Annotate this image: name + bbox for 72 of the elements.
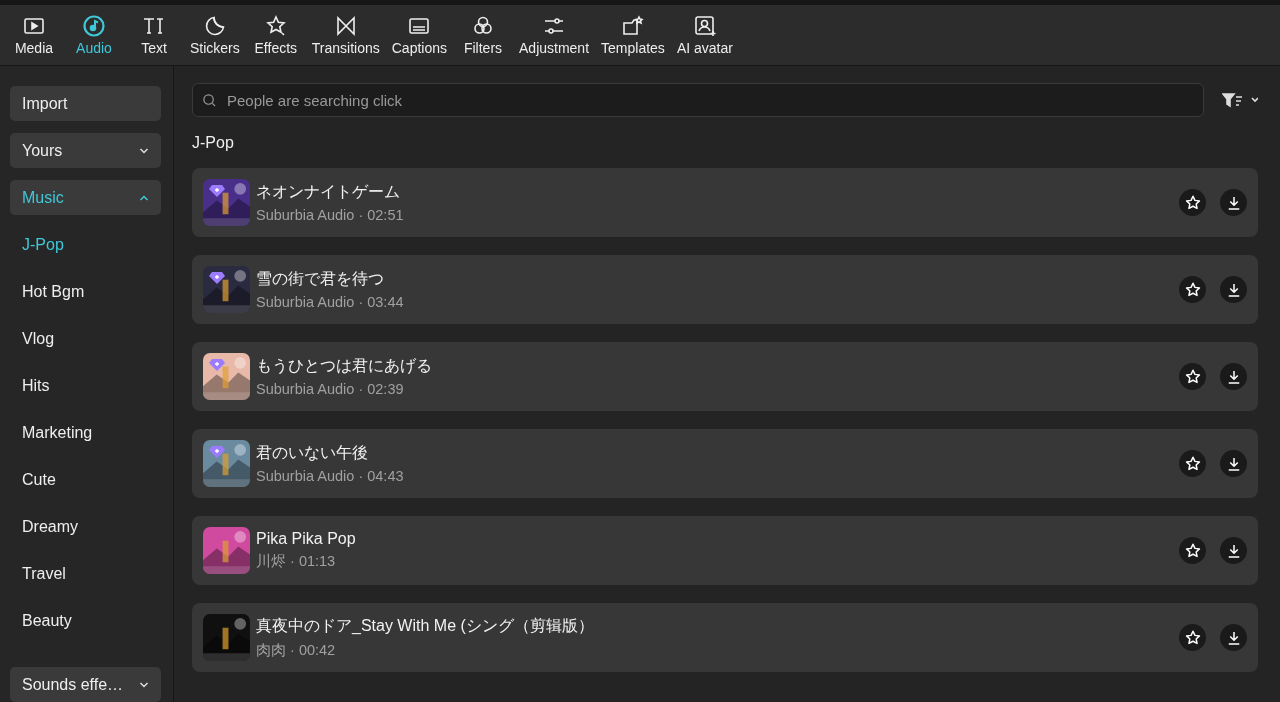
- sidebar-item[interactable]: Vlog: [10, 321, 161, 356]
- sidebar-item[interactable]: Marketing: [10, 415, 161, 450]
- track-meta: Suburbia Audio · 02:39: [256, 381, 405, 397]
- track-meta: Suburbia Audio · 04:43: [256, 468, 405, 484]
- toolbar-tab[interactable]: Effects: [245, 5, 306, 65]
- category-dropdown[interactable]: Yours: [10, 133, 161, 168]
- star-icon: [1183, 193, 1202, 212]
- sidebar-item[interactable]: Beauty: [10, 603, 161, 638]
- filter-icon: [1222, 92, 1258, 108]
- search-icon: [202, 93, 217, 108]
- search-field[interactable]: People are searching click: [192, 83, 1204, 117]
- sidebar-item[interactable]: Travel: [10, 556, 161, 591]
- toolbar-tab[interactable]: Templates: [595, 5, 671, 65]
- star-icon: [1183, 541, 1202, 560]
- toolbar-tab[interactable]: Adjustment: [513, 5, 596, 65]
- track-title: 雪の街で君を待つ: [256, 269, 385, 289]
- track-title: ネオンナイトゲーム: [256, 182, 401, 202]
- chevron-icon: [139, 147, 149, 154]
- track-card[interactable]: Pika Pika Pop 川烬 · 01:13: [192, 516, 1258, 585]
- sidebar-item[interactable]: Hits: [10, 368, 161, 403]
- track-card[interactable]: 真夜中のドア_Stay With Me (シング（剪辑版） 肉肉 · 00:42: [192, 603, 1258, 672]
- sound-effects-dropdown[interactable]: Sounds effe…: [10, 667, 161, 702]
- track-card[interactable]: 雪の街で君を待つ Suburbia Audio · 03:44: [192, 255, 1258, 324]
- favorite-button[interactable]: [1179, 189, 1206, 216]
- toolbar-tab[interactable]: AI avatar: [670, 5, 739, 65]
- download-button[interactable]: [1220, 363, 1247, 390]
- track-card[interactable]: ネオンナイトゲーム Suburbia Audio · 02:51: [192, 168, 1258, 237]
- templates-icon: [620, 14, 645, 38]
- category-dropdown[interactable]: Music: [10, 180, 161, 215]
- effects-icon: [263, 14, 288, 38]
- track-title: Pika Pika Pop: [256, 530, 357, 548]
- toolbar-tab[interactable]: Stickers: [184, 5, 246, 65]
- favorite-button[interactable]: [1179, 624, 1206, 651]
- star-icon: [1183, 454, 1202, 473]
- import-button[interactable]: Import: [10, 86, 161, 121]
- favorite-button[interactable]: [1179, 537, 1206, 564]
- section-title: J-Pop: [192, 134, 235, 152]
- star-icon: [1183, 280, 1202, 299]
- favorite-button[interactable]: [1179, 276, 1206, 303]
- sidebar-item[interactable]: J-Pop: [10, 227, 161, 262]
- track-card[interactable]: 君のいない午後 Suburbia Audio · 04:43: [192, 429, 1258, 498]
- track-meta: 肉肉 · 00:42: [256, 640, 337, 660]
- star-icon: [1183, 628, 1202, 647]
- favorite-button[interactable]: [1179, 450, 1206, 477]
- track-meta: Suburbia Audio · 02:51: [256, 207, 405, 223]
- download-button[interactable]: [1220, 537, 1247, 564]
- sidebar-item[interactable]: Hot Bgm: [10, 274, 161, 309]
- download-button[interactable]: [1220, 450, 1247, 477]
- track-title: 君のいない午後: [256, 443, 369, 463]
- track-title: 真夜中のドア_Stay With Me (シング（剪辑版）: [256, 615, 595, 636]
- toolbar-tab[interactable]: Captions: [385, 5, 453, 65]
- chevron-icon: [139, 194, 149, 201]
- download-button[interactable]: [1220, 189, 1247, 216]
- track-title: もうひとつは君にあげる: [256, 356, 433, 376]
- toolbar-tab[interactable]: Transitions: [305, 5, 386, 65]
- sidebar-item[interactable]: Cute: [10, 462, 161, 497]
- toolbar-tab[interactable]: Audio: [64, 5, 124, 65]
- audio-icon: [82, 14, 106, 38]
- star-icon: [1183, 367, 1202, 386]
- toolbar-tab[interactable]: Filters: [453, 5, 513, 65]
- download-button[interactable]: [1220, 276, 1247, 303]
- download-button[interactable]: [1220, 624, 1247, 651]
- sidebar-item[interactable]: Dreamy: [10, 509, 161, 544]
- chevron-icon: [139, 681, 149, 688]
- toolbar-tab[interactable]: Media: [4, 5, 64, 65]
- filter-button[interactable]: [1222, 92, 1258, 108]
- track-meta: Suburbia Audio · 03:44: [256, 294, 405, 310]
- toolbar-tab[interactable]: Text: [124, 5, 184, 65]
- track-meta: 川烬 · 01:13: [256, 552, 337, 571]
- track-card[interactable]: もうひとつは君にあげる Suburbia Audio · 02:39: [192, 342, 1258, 411]
- avatar-icon: [692, 14, 717, 38]
- favorite-button[interactable]: [1179, 363, 1206, 390]
